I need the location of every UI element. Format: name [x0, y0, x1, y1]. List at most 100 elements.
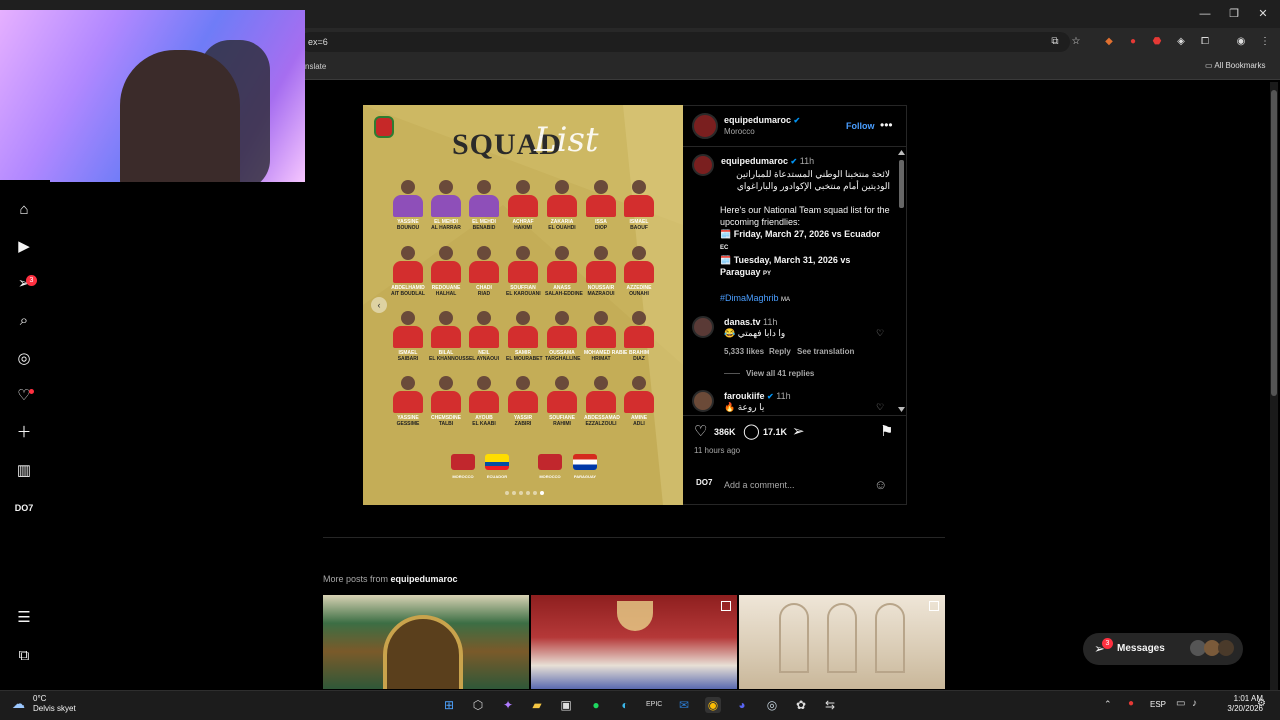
page-scrollbar[interactable] — [1270, 82, 1278, 692]
address-bar[interactable]: ex=6 — [300, 32, 1070, 52]
edge-icon[interactable]: ◐ — [617, 697, 633, 713]
home-icon[interactable]: ⌂ — [14, 200, 34, 220]
bookmark-translate[interactable]: nslate — [305, 62, 326, 71]
view-replies-button[interactable]: View all 41 replies — [724, 369, 814, 378]
player-last-name: ADLI — [633, 421, 645, 427]
start-windows-icon[interactable]: ⊞ — [441, 697, 457, 713]
extensions-puzzle-icon[interactable]: ⧠ — [1198, 35, 1212, 49]
player-name: NEIL EL AYNAOUI — [467, 350, 501, 362]
emoji-icon[interactable]: ☺ — [874, 477, 887, 492]
taskbar-app-icon[interactable]: ⇆ — [822, 697, 838, 713]
player-name: AYOUB EL KAABI — [467, 415, 501, 427]
create-icon[interactable]: ＋ — [14, 423, 34, 443]
taskbar-app-icon[interactable]: ✿ — [793, 697, 809, 713]
adblock-icon[interactable]: ⬣ — [1150, 35, 1164, 49]
post-timestamp[interactable]: 11 hours ago — [694, 446, 740, 455]
player-shirt — [586, 326, 616, 348]
follow-button[interactable]: Follow — [846, 121, 875, 131]
comment-like-icon[interactable]: ♡ — [876, 328, 884, 339]
profile-icon[interactable]: DO7 — [14, 498, 34, 518]
like-count[interactable]: 386K — [714, 427, 736, 437]
bookmark-star-icon[interactable]: ☆ — [1069, 35, 1083, 49]
comment-like-icon[interactable]: ♡ — [876, 402, 884, 413]
discord-icon[interactable]: ◕ — [734, 697, 750, 713]
chrome-icon[interactable]: ◉ — [705, 697, 721, 713]
player-shirt — [508, 391, 538, 413]
comment-icon[interactable]: ◯ — [743, 422, 760, 440]
thumbnail-arch — [779, 603, 809, 673]
player-shirt — [469, 326, 499, 348]
steam-icon[interactable]: ◎ — [764, 697, 780, 713]
more-posts-account[interactable]: equipedumaroc — [391, 574, 458, 584]
account-username[interactable]: equipedumaroc ✔ — [724, 115, 800, 125]
comment-likes[interactable]: 5,333 likes — [724, 347, 764, 356]
see-translation-button[interactable]: See translation — [797, 347, 854, 356]
volume-icon[interactable]: ♪ — [1192, 698, 1197, 709]
epic-games-icon[interactable]: EPIC — [646, 697, 662, 713]
player-shirt — [586, 261, 616, 283]
extension-icon[interactable]: ◆ — [1102, 35, 1116, 49]
post-location[interactable]: Morocco — [724, 127, 755, 136]
player-head — [401, 180, 415, 194]
profile-avatar-icon[interactable]: ◉ — [1234, 35, 1248, 49]
browser-menu-icon[interactable]: ⋮ — [1258, 35, 1272, 49]
post-options-button[interactable]: ••• — [880, 118, 893, 132]
carousel-prev-button[interactable]: ‹ — [371, 297, 387, 313]
explore-icon[interactable]: ◎ — [14, 349, 34, 369]
copilot-icon[interactable]: ✦ — [500, 697, 516, 713]
install-icon[interactable]: ⧉ — [1048, 35, 1062, 49]
also-from-meta-icon[interactable]: ⧉ — [14, 646, 34, 666]
weather-temp[interactable]: 0°C — [33, 694, 46, 703]
comment-count[interactable]: 17.1K — [763, 427, 787, 437]
player-shirt — [469, 261, 499, 283]
add-comment-input[interactable]: Add a comment... — [724, 480, 795, 490]
outlook-icon[interactable]: ✉ — [676, 697, 692, 713]
notifications-icon[interactable]: ⚙ — [1257, 698, 1266, 709]
weather-icon[interactable]: ☁ — [12, 696, 25, 712]
taskbar-app-icon[interactable]: ⬡ — [470, 697, 486, 713]
spotify-icon[interactable]: ● — [588, 697, 604, 713]
like-heart-icon[interactable]: ♡ — [694, 422, 707, 440]
more-post-thumbnail[interactable] — [323, 595, 529, 689]
post-caption: لائحة منتخبنا الوطني المستدعاة للمباراتي… — [720, 168, 890, 306]
extension-icon[interactable]: ● — [1126, 35, 1140, 49]
file-explorer-icon[interactable]: ▰ — [529, 697, 545, 713]
language-indicator[interactable]: ESP — [1150, 700, 1166, 709]
caption-avatar[interactable] — [692, 154, 714, 176]
save-bookmark-icon[interactable]: ⚑ — [880, 422, 893, 440]
comment-avatar[interactable] — [692, 390, 714, 412]
share-icon[interactable]: ➢ — [792, 422, 805, 440]
comment-username[interactable]: danas.tv 11h — [724, 317, 777, 327]
hashtag-link[interactable]: #DimaMaghrib — [720, 293, 779, 303]
network-icon[interactable]: ▭ — [1176, 698, 1185, 709]
microphone-icon[interactable]: ● — [1128, 698, 1134, 709]
more-menu-icon[interactable]: ☰ — [14, 608, 34, 628]
player-name: SOUFIANE RAHIMI — [545, 415, 579, 427]
player-name: CHEMSDINE TALBI — [429, 415, 463, 427]
search-icon[interactable]: ⌕ — [14, 311, 34, 331]
minimize-button[interactable]: — — [1190, 6, 1220, 22]
clock-time[interactable]: 1:01 AM — [1213, 694, 1263, 703]
extension-icon[interactable]: ◈ — [1174, 35, 1188, 49]
close-window-button[interactable]: ✕ — [1248, 6, 1278, 22]
caption-username[interactable]: equipedumaroc ✔ 11h — [721, 156, 814, 166]
all-bookmarks[interactable]: ▭ All Bookmarks — [1205, 61, 1265, 70]
clock-date[interactable]: 3/20/2026 — [1213, 704, 1263, 713]
comment-username[interactable]: faroukiife ✔ 11h — [724, 391, 791, 401]
player-shirt — [586, 391, 616, 413]
comment-avatar[interactable] — [692, 316, 714, 338]
reels-icon[interactable]: ▶ — [14, 237, 34, 257]
weather-desc[interactable]: Delvis skyet — [33, 704, 76, 713]
store-icon[interactable]: ▣ — [558, 697, 574, 713]
player-last-name: ZABIRI — [514, 421, 532, 427]
maximize-button[interactable]: ❐ — [1219, 6, 1249, 22]
more-post-thumbnail[interactable] — [531, 595, 737, 689]
comment-reply-button[interactable]: Reply — [769, 347, 791, 356]
account-avatar[interactable] — [692, 113, 718, 139]
page-scrollbar-thumb[interactable] — [1271, 90, 1277, 396]
dashboard-icon[interactable]: ▥ — [14, 461, 34, 481]
comments-scrollbar[interactable] — [898, 150, 905, 412]
post-image[interactable] — [363, 105, 683, 505]
tray-chevron-icon[interactable]: ⌃ — [1104, 699, 1112, 710]
more-post-thumbnail[interactable] — [739, 595, 945, 689]
